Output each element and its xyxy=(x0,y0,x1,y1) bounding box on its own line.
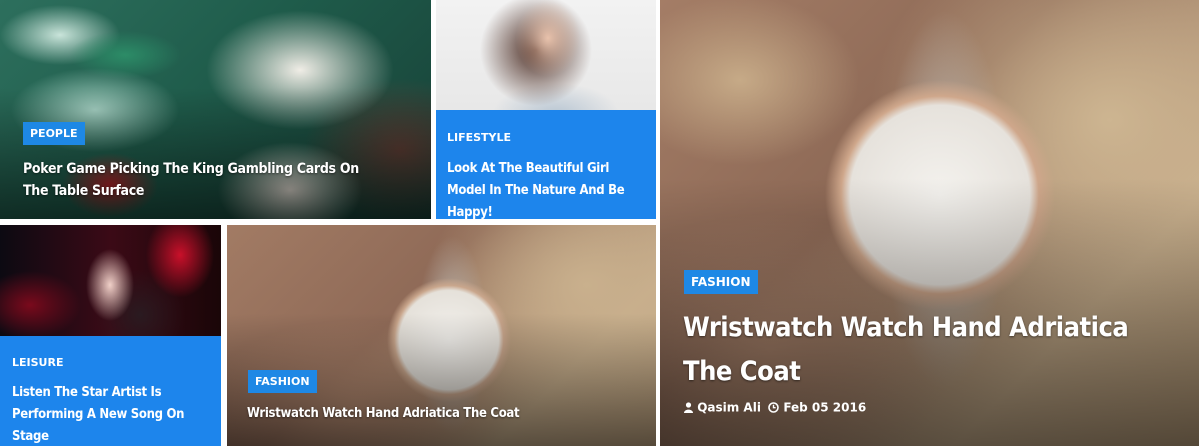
featured-post-wristwatch-small[interactable]: Fashion Wristwatch Watch Hand Adriatica … xyxy=(227,225,656,446)
post-author[interactable]: Qasim Ali xyxy=(697,401,761,415)
featured-post-wristwatch-large[interactable]: Fashion Wristwatch Watch Hand Adriatica … xyxy=(660,0,1199,446)
category-badge[interactable]: Leisure xyxy=(12,351,63,374)
post-image-girl-headphones[interactable] xyxy=(436,0,656,110)
post-title[interactable]: Wristwatch Watch Hand Adriatica The Coat xyxy=(247,403,637,425)
post-title[interactable]: Look At The Beautiful Girl Model In The … xyxy=(447,158,647,219)
featured-post-girl-model[interactable]: Lifestyle Look At The Beautiful Girl Mod… xyxy=(436,0,656,219)
category-badge[interactable]: Fashion xyxy=(684,270,758,294)
clock-icon xyxy=(768,402,779,413)
user-icon xyxy=(684,402,693,413)
featured-post-star-artist[interactable]: Leisure Listen The Star Artist Is Perfor… xyxy=(0,225,221,446)
post-title[interactable]: Wristwatch Watch Hand Adriatica The Coat xyxy=(683,306,1153,394)
post-title[interactable]: Listen The Star Artist Is Performing A N… xyxy=(12,382,212,446)
post-title[interactable]: Poker Game Picking The King Gambling Car… xyxy=(23,158,383,202)
category-badge[interactable]: Lifestyle xyxy=(447,126,511,149)
post-image-artist-stage[interactable] xyxy=(0,225,221,336)
category-badge[interactable]: People xyxy=(23,122,85,145)
post-date: Feb 05 2016 xyxy=(783,400,867,415)
post-meta: Qasim Ali Feb 05 2016 xyxy=(684,400,866,415)
category-badge[interactable]: Fashion xyxy=(248,370,317,393)
featured-post-poker[interactable]: People Poker Game Picking The King Gambl… xyxy=(0,0,431,219)
